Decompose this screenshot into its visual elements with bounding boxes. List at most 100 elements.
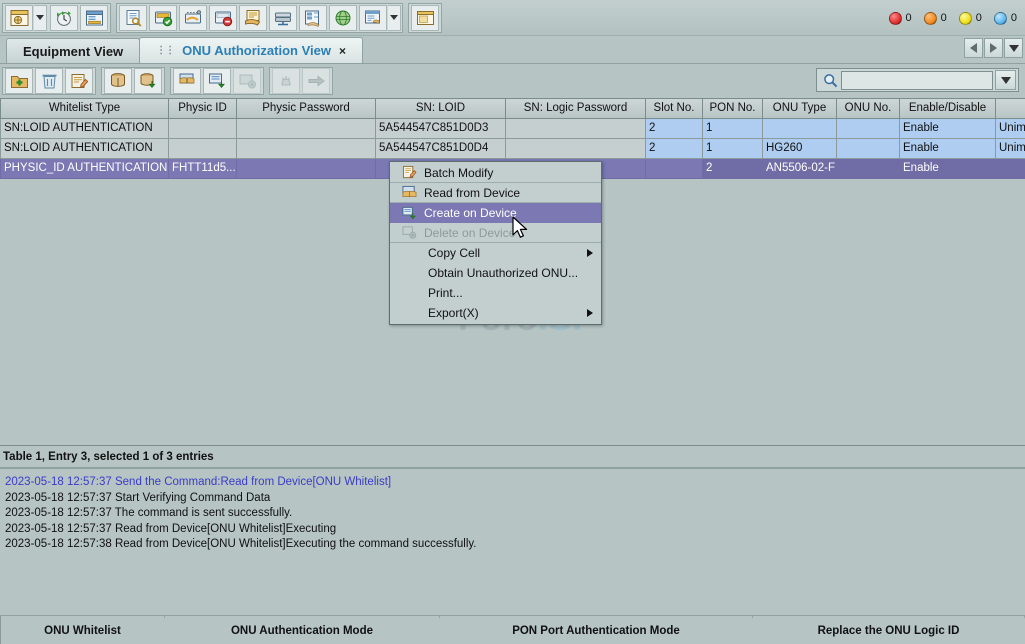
modify-whitelist-icon[interactable] (65, 68, 93, 94)
cell-status[interactable] (995, 157, 1025, 179)
menu-item-copy-cell[interactable]: Copy Cell (390, 243, 601, 263)
obtain-unauthorized-icon[interactable] (272, 68, 300, 94)
server-icon[interactable] (269, 4, 297, 31)
planner-icon[interactable] (5, 4, 33, 31)
table-row[interactable]: SN:LOID AUTHENTICATION 5A544547C851D0D3 … (0, 117, 1025, 139)
bottom-tab-bar: ONU Whitelist ONU Authentication Mode PO… (0, 615, 1025, 644)
close-icon[interactable]: × (339, 44, 346, 58)
save-to-device-icon[interactable] (134, 68, 162, 94)
cell-sn-logic-password[interactable] (505, 117, 646, 139)
menu-item-export[interactable]: Export(X) (390, 303, 601, 323)
card-icon[interactable] (299, 4, 327, 31)
delete-on-device-icon[interactable] (233, 68, 261, 94)
timer-icon[interactable] (50, 4, 78, 31)
cell-enable-disable[interactable]: Enable (899, 137, 996, 159)
planner-dropdown-arrow[interactable] (34, 4, 47, 31)
cell-physic-password[interactable] (236, 157, 376, 179)
cell-pon-no[interactable]: 2 (702, 157, 763, 179)
column-header-slot-no[interactable]: Slot No. (645, 99, 703, 119)
cell-pon-no[interactable]: 1 (702, 117, 763, 139)
alarm-minor[interactable]: 0 (958, 11, 982, 25)
column-header-onu-no[interactable]: ONU No. (836, 99, 900, 119)
delete-whitelist-icon[interactable] (35, 68, 63, 94)
bottom-tab-pon-port-authentication-mode[interactable]: PON Port Authentication Mode (440, 616, 753, 644)
cell-onu-type[interactable]: AN5506-02-F (762, 157, 837, 179)
apply-icon[interactable] (302, 68, 330, 94)
device-discover-icon[interactable] (179, 4, 207, 31)
cell-enable-disable[interactable]: Enable (899, 157, 996, 179)
bottom-tab-onu-authentication-mode[interactable]: ONU Authentication Mode (165, 616, 440, 644)
cell-onu-no[interactable] (836, 157, 900, 179)
add-whitelist-icon[interactable] (5, 68, 33, 94)
alarm-warning[interactable]: 0 (993, 11, 1017, 25)
context-menu: Batch Modify Read from Device Create on … (389, 161, 602, 325)
cell-whitelist-type[interactable]: SN:LOID AUTHENTICATION (0, 137, 169, 159)
tab-equipment-view[interactable]: Equipment View (6, 38, 141, 63)
cell-sn-loid[interactable]: 5A544547C851D0D3 (375, 117, 506, 139)
cell-onu-type[interactable]: HG260 (762, 137, 837, 159)
table-row[interactable]: SN:LOID AUTHENTICATION 5A544547C851D0D4 … (0, 137, 1025, 159)
column-header-whitelist-type[interactable]: Whitelist Type (0, 99, 169, 119)
chevron-down-icon (1008, 44, 1019, 52)
bottom-tab-replace-onu-logic-id[interactable]: Replace the ONU Logic ID (753, 616, 1025, 644)
cell-slot-no[interactable] (645, 157, 703, 179)
alarm-major[interactable]: 0 (923, 11, 947, 25)
column-header-sn-logic-password[interactable]: SN: Logic Password (505, 99, 646, 119)
cell-physic-password[interactable] (236, 137, 376, 159)
auth-key-icon[interactable] (119, 4, 147, 31)
globe-icon[interactable] (329, 4, 357, 31)
tab-onu-authorization-view[interactable]: ⋮⋮ ONU Authorization View × (139, 37, 363, 63)
bottom-tab-onu-whitelist[interactable]: ONU Whitelist (0, 616, 165, 644)
cell-physic-id[interactable]: FHTT11d5... (168, 157, 237, 179)
menu-item-read-from-device[interactable]: Read from Device (390, 183, 601, 203)
cell-whitelist-type[interactable]: SN:LOID AUTHENTICATION (0, 117, 169, 139)
menu-item-read-from-device-label: Read from Device (424, 185, 521, 200)
read-from-device-icon[interactable] (104, 68, 132, 94)
menu-item-create-on-device[interactable]: Create on Device (390, 203, 601, 223)
report-icon[interactable] (359, 4, 387, 31)
tab-scroll-left-button[interactable] (964, 38, 983, 58)
cell-enable-disable[interactable]: Enable (899, 117, 996, 139)
cell-sn-loid[interactable]: 5A544547C851D0D4 (375, 137, 506, 159)
device-remove-icon[interactable] (209, 4, 237, 31)
device-config-icon[interactable] (239, 4, 267, 31)
report-dropdown-arrow[interactable] (388, 4, 401, 31)
cell-physic-password[interactable] (236, 117, 376, 139)
cell-physic-id[interactable] (168, 137, 237, 159)
column-header-sn-loid[interactable]: SN: LOID (375, 99, 506, 119)
column-header-enable-disable[interactable]: Enable/Disable (899, 99, 996, 119)
cell-onu-no[interactable] (836, 117, 900, 139)
tab-grip-icon: ⋮⋮ (156, 45, 175, 56)
toolbar-group-device (116, 2, 403, 33)
device-add-icon[interactable] (149, 4, 177, 31)
log-panel[interactable]: 2023-05-18 12:57:37 Send the Command:Rea… (0, 467, 1025, 615)
onu-list-icon[interactable] (80, 4, 108, 31)
search-input[interactable] (841, 70, 993, 90)
cell-onu-no[interactable] (836, 137, 900, 159)
cell-sn-logic-password[interactable] (505, 137, 646, 159)
cell-slot-no[interactable]: 2 (645, 117, 703, 139)
cell-onu-type[interactable] (762, 117, 837, 139)
column-header-physic-password[interactable]: Physic Password (236, 99, 376, 119)
cell-slot-no[interactable]: 2 (645, 137, 703, 159)
cell-status[interactable]: Unimplemented (995, 137, 1025, 159)
tab-list-button[interactable] (1004, 38, 1023, 58)
column-header-status[interactable]: Status (995, 99, 1025, 119)
view-tab-bar: Equipment View ⋮⋮ ONU Authorization View… (0, 36, 1025, 64)
column-header-pon-no[interactable]: PON No. (702, 99, 763, 119)
cell-status[interactable]: Unimplemented (995, 117, 1025, 139)
menu-item-obtain-unauthorized-onu[interactable]: Obtain Unauthorized ONU... (390, 263, 601, 283)
cell-whitelist-type[interactable]: PHYSIC_ID AUTHENTICATION (0, 157, 169, 179)
cell-pon-no[interactable]: 1 (702, 137, 763, 159)
menu-item-batch-modify[interactable]: Batch Modify (390, 163, 601, 183)
search-dropdown-button[interactable] (995, 70, 1016, 90)
tab-scroll-right-button[interactable] (984, 38, 1003, 58)
column-header-physic-id[interactable]: Physic ID (168, 99, 237, 119)
column-header-onu-type[interactable]: ONU Type (762, 99, 837, 119)
window-icon[interactable] (411, 4, 439, 31)
cell-physic-id[interactable] (168, 117, 237, 139)
create-on-device-icon[interactable] (203, 68, 231, 94)
copy-cell-icon[interactable] (173, 68, 201, 94)
alarm-critical[interactable]: 0 (888, 11, 912, 25)
menu-item-print[interactable]: Print... (390, 283, 601, 303)
